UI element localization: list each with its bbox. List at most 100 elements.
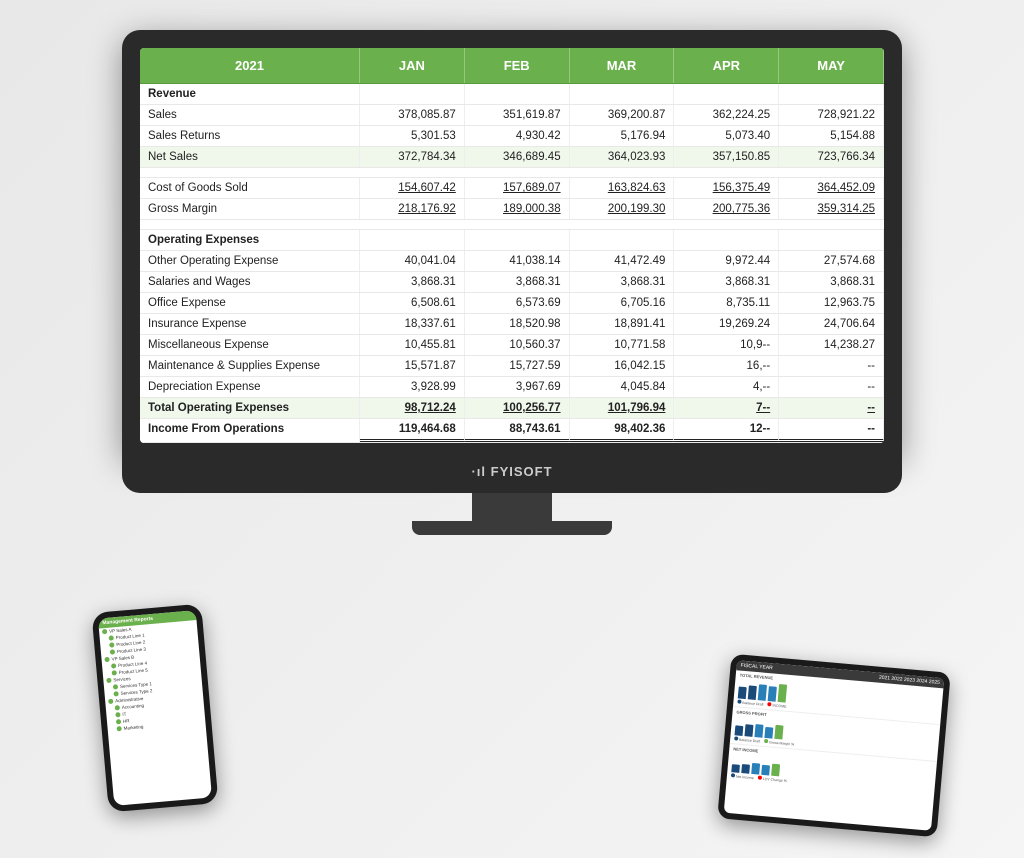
row-may: -- (779, 356, 884, 376)
bar (758, 684, 767, 701)
row-feb: 41,038.14 (465, 251, 570, 271)
row-may: 12,963.75 (779, 293, 884, 313)
row-label: Office Expense (140, 293, 360, 313)
bar (751, 763, 760, 775)
row-jan: 378,085.87 (360, 105, 465, 125)
monitor-screen: 2021 JAN FEB MAR APR MAY Revenue (140, 48, 884, 443)
tree-dot (112, 670, 117, 675)
monitor-base (412, 521, 612, 535)
row-mar: 98,402.36 (570, 419, 675, 442)
table-row: Gross Margin 218,176.92 189,000.38 200,1… (140, 199, 884, 220)
table-row: Cost of Goods Sold 154,607.42 157,689.07… (140, 178, 884, 199)
row-jan: 40,041.04 (360, 251, 465, 271)
phone-device: Management Reports VP Sales A Product Li… (91, 604, 218, 813)
total-operating-label: Total Operating Expenses (140, 398, 360, 418)
monitor-bezel: 2021 JAN FEB MAR APR MAY Revenue (122, 30, 902, 455)
bar (774, 725, 783, 740)
row-apr: 5,073.40 (674, 126, 779, 146)
table-row: Depreciation Expense 3,928.99 3,967.69 4… (140, 377, 884, 398)
row-may: 364,452.09 (779, 178, 884, 198)
bar (735, 725, 744, 736)
monitor-brand: ·ıl FYISOFT (122, 455, 902, 493)
bar (748, 685, 757, 700)
row-mar: 163,824.63 (570, 178, 675, 198)
tree-dot (115, 705, 120, 710)
operating-expenses-label: Operating Expenses (140, 230, 360, 250)
tree-dot (109, 642, 114, 647)
row-feb: 10,560.37 (465, 335, 570, 355)
row-apr: 156,375.49 (674, 178, 779, 198)
col-apr: APR (674, 48, 779, 83)
table-row: Sales 378,085.87 351,619.87 369,200.87 3… (140, 105, 884, 126)
table-row: Net Sales 372,784.34 346,689.45 364,023.… (140, 147, 884, 168)
row-jan: 10,455.81 (360, 335, 465, 355)
col-mar: MAR (570, 48, 675, 83)
phone-screen: Management Reports VP Sales A Product Li… (98, 610, 212, 806)
row-mar: 369,200.87 (570, 105, 675, 125)
bar (754, 724, 763, 738)
tree-dot (106, 678, 111, 683)
row-feb: 4,930.42 (465, 126, 570, 146)
tree-dot (102, 629, 107, 634)
row-may: -- (779, 419, 884, 442)
table-row: Maintenance & Supplies Expense 15,571.87… (140, 356, 884, 377)
tree-dot (116, 719, 121, 724)
operating-expenses-header: Operating Expenses (140, 230, 884, 251)
row-mar: 101,796.94 (570, 398, 675, 418)
tree-dot (104, 657, 109, 662)
row-jan: 6,508.61 (360, 293, 465, 313)
row-feb: 88,743.61 (465, 419, 570, 442)
row-mar: 41,472.49 (570, 251, 675, 271)
row-may: 27,574.68 (779, 251, 884, 271)
row-feb: 346,689.45 (465, 147, 570, 167)
tree-dot (115, 712, 120, 717)
row-label: Sales (140, 105, 360, 125)
row-jan: 218,176.92 (360, 199, 465, 219)
row-mar: 3,868.31 (570, 272, 675, 292)
row-label: Net Sales (140, 147, 360, 167)
row-feb: 157,689.07 (465, 178, 570, 198)
row-may: 3,868.31 (779, 272, 884, 292)
tree-dot (113, 691, 118, 696)
row-jan: 3,928.99 (360, 377, 465, 397)
row-apr: 9,972.44 (674, 251, 779, 271)
tree-dot (108, 699, 113, 704)
tree-dot (110, 649, 115, 654)
row-mar: 18,891.41 (570, 314, 675, 334)
row-feb: 15,727.59 (465, 356, 570, 376)
row-label: Cost of Goods Sold (140, 178, 360, 198)
row-label: Miscellaneous Expense (140, 335, 360, 355)
row-apr: 3,868.31 (674, 272, 779, 292)
row-label: Gross Margin (140, 199, 360, 219)
tablet-screen: FISCAL YEAR 2021 2022 2023 2024 2025 TOT… (724, 660, 945, 831)
row-mar: 200,199.30 (570, 199, 675, 219)
row-apr: 357,150.85 (674, 147, 779, 167)
row-apr: 10,9-- (674, 335, 779, 355)
bar (764, 727, 773, 739)
row-label: Depreciation Expense (140, 377, 360, 397)
row-jan: 119,464.68 (360, 419, 465, 442)
revenue-label: Revenue (140, 84, 360, 104)
bar (741, 764, 750, 774)
row-feb: 100,256.77 (465, 398, 570, 418)
row-jan: 18,337.61 (360, 314, 465, 334)
row-apr: 19,269.24 (674, 314, 779, 334)
bar (768, 686, 777, 702)
col-feb: FEB (465, 48, 570, 83)
row-feb: 3,967.69 (465, 377, 570, 397)
spreadsheet-header-row: 2021 JAN FEB MAR APR MAY (140, 48, 884, 84)
revenue-section-header: Revenue (140, 84, 884, 105)
tablet-device: FISCAL YEAR 2021 2022 2023 2024 2025 TOT… (717, 654, 951, 838)
row-feb: 6,573.69 (465, 293, 570, 313)
row-jan: 98,712.24 (360, 398, 465, 418)
monitor: 2021 JAN FEB MAR APR MAY Revenue (122, 30, 902, 535)
row-feb: 189,000.38 (465, 199, 570, 219)
row-mar: 16,042.15 (570, 356, 675, 376)
row-may: 723,766.34 (779, 147, 884, 167)
monitor-neck (472, 493, 552, 521)
bar (731, 764, 740, 773)
row-jan: 15,571.87 (360, 356, 465, 376)
income-operations-label: Income From Operations (140, 419, 360, 442)
row-label: Insurance Expense (140, 314, 360, 334)
col-year: 2021 (140, 48, 360, 83)
